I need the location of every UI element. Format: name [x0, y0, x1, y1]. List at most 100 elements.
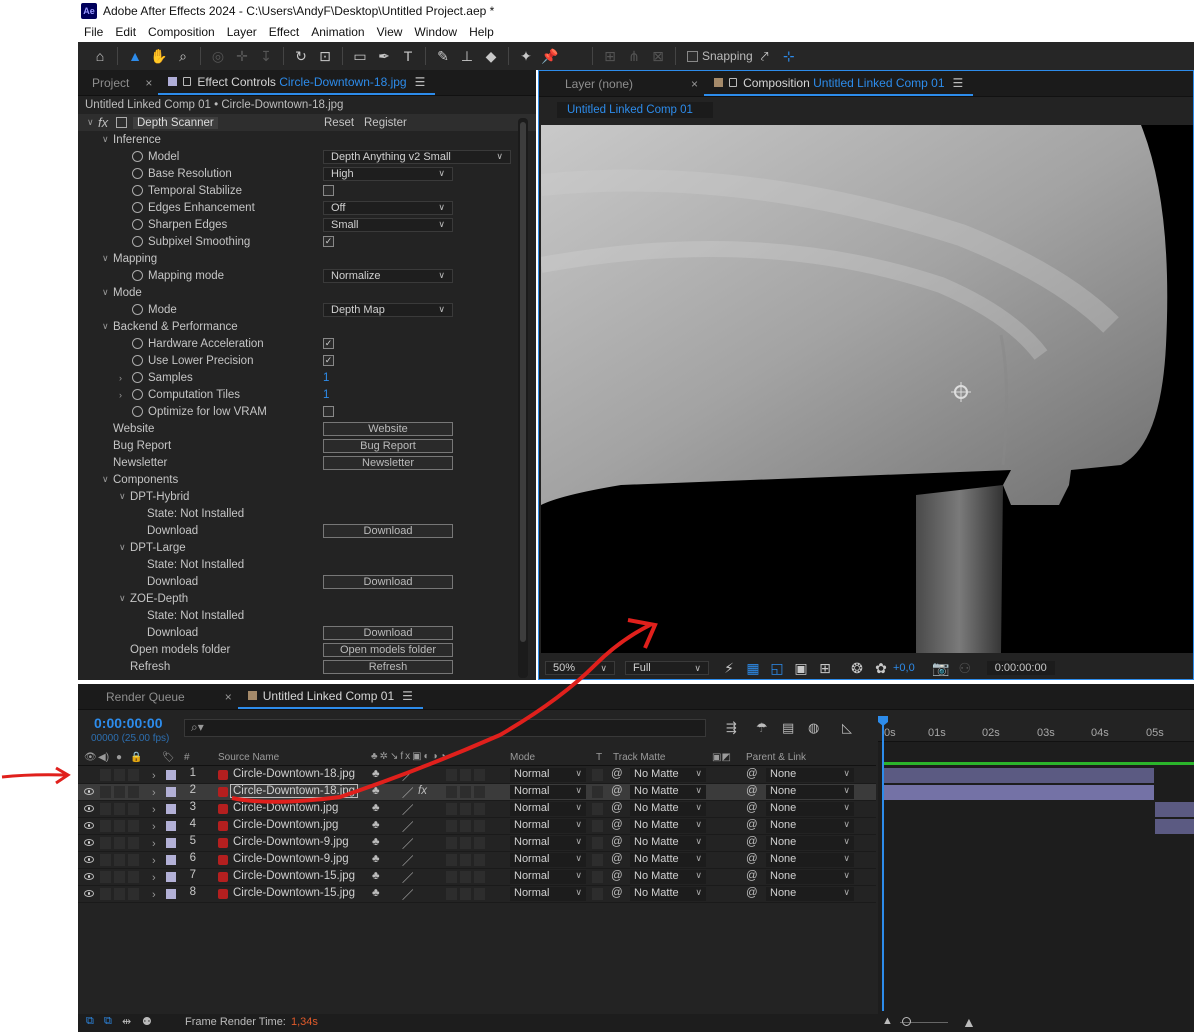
stopwatch-icon[interactable] — [132, 151, 143, 162]
lock-cell[interactable] — [128, 803, 139, 815]
timeline-timecode[interactable]: 0:00:00:00 — [94, 715, 163, 731]
label-column-icon[interactable]: 🏷 — [162, 752, 175, 763]
axis-view-icon[interactable]: ⊠ — [648, 46, 668, 66]
audio-toggle-cell[interactable] — [100, 871, 111, 883]
layer-duration-bar[interactable] — [1155, 819, 1194, 834]
stopwatch-icon[interactable] — [132, 219, 143, 230]
model-dropdown[interactable]: Depth Anything v2 Small ∨ — [323, 149, 511, 164]
group-backend-performance[interactable]: Backend & Performance — [113, 321, 238, 333]
menu-effect[interactable]: Effect — [263, 25, 305, 39]
visibility-eye-icon[interactable] — [84, 856, 94, 863]
track-matte-dropdown[interactable]: No Matte ∨ — [630, 870, 706, 884]
audio-toggle-cell[interactable] — [100, 837, 111, 849]
preserve-transparency-cell[interactable] — [592, 871, 603, 883]
parent-dropdown[interactable]: None ∨ — [766, 836, 854, 850]
table-row[interactable]: › 7 Circle-Downtown-15.jpg ♣ ／ Normal ∨ @… — [78, 869, 876, 886]
optimize-low-vram-checkbox[interactable] — [323, 406, 334, 417]
subpixel-smoothing-checkbox[interactable]: ✓ — [323, 236, 334, 247]
region-of-interest-icon[interactable]: ▣ — [791, 658, 811, 678]
stopwatch-icon[interactable] — [132, 185, 143, 196]
switch-cell[interactable] — [460, 871, 471, 883]
frame-blending-icon[interactable]: ▤ — [782, 720, 794, 736]
blend-mode-dropdown[interactable]: Normal ∨ — [510, 819, 586, 833]
col-number[interactable]: # — [184, 752, 190, 763]
menu-animation[interactable]: Animation — [305, 25, 370, 39]
label-color-icon[interactable] — [166, 804, 176, 814]
orbit-camera-icon[interactable]: ◎ — [208, 46, 228, 66]
table-row[interactable]: › 2 Circle-Downtown-18.jpg ♣ ／ fx Normal… — [78, 784, 876, 801]
parent-pickwhip-icon[interactable]: @ — [746, 870, 758, 882]
stopwatch-icon[interactable] — [132, 270, 143, 281]
blend-mode-dropdown[interactable]: Normal ∨ — [510, 870, 586, 884]
col-mode[interactable]: Mode — [510, 752, 535, 763]
table-row[interactable]: › 4 Circle-Downtown.jpg ♣ ／ Normal ∨ @ No… — [78, 818, 876, 835]
col-parent-link[interactable]: Parent & Link — [746, 752, 806, 763]
layer-name[interactable]: Circle-Downtown-9.jpg — [233, 853, 349, 865]
panel-menu-icon[interactable]: ☰ — [953, 76, 964, 90]
stopwatch-icon[interactable] — [132, 168, 143, 179]
comp-timecode[interactable]: 0:00:00:00 — [986, 661, 1055, 675]
blend-mode-dropdown[interactable]: Normal ∨ — [510, 785, 586, 799]
stopwatch-icon[interactable] — [132, 406, 143, 417]
shy-switch-icon[interactable]: ♣ — [372, 870, 380, 882]
matte-pickwhip-icon[interactable]: @ — [611, 819, 623, 831]
parent-pickwhip-icon[interactable]: @ — [746, 887, 758, 899]
preserve-transparency-cell[interactable] — [592, 854, 603, 866]
quality-switch-icon[interactable]: ／ — [402, 853, 414, 869]
group-inference[interactable]: Inference — [113, 134, 161, 146]
in-out-toggle-icon[interactable]: ⇹ — [122, 1015, 131, 1028]
expand-chevron-icon[interactable]: › — [152, 872, 156, 884]
reset-exposure-icon[interactable]: ✿ — [871, 658, 891, 678]
solo-cell[interactable] — [114, 786, 125, 798]
puppet-pin-tool-icon[interactable]: 📌 — [540, 46, 560, 66]
close-icon[interactable]: × — [145, 76, 152, 90]
eraser-tool-icon[interactable]: ◆ — [481, 46, 501, 66]
switch-cell[interactable] — [460, 888, 471, 900]
expand-chevron-icon[interactable]: › — [152, 838, 156, 850]
solo-cell[interactable] — [114, 803, 125, 815]
resolution-dropdown[interactable]: Full ∨ — [625, 661, 709, 675]
quality-switch-icon[interactable]: ／ — [402, 870, 414, 886]
label-color-icon[interactable] — [166, 872, 176, 882]
visibility-eye-icon[interactable] — [84, 788, 94, 795]
table-row[interactable]: › 8 Circle-Downtown-15.jpg ♣ ／ Normal ∨ @… — [78, 886, 876, 903]
switch-cell[interactable] — [446, 820, 457, 832]
label-color-icon[interactable] — [166, 787, 176, 797]
transparency-grid-icon[interactable]: ▦ — [743, 658, 763, 678]
register-link[interactable]: Register — [364, 117, 407, 129]
blend-mode-dropdown[interactable]: Normal ∨ — [510, 768, 586, 782]
menu-edit[interactable]: Edit — [109, 25, 142, 39]
visibility-eye-icon[interactable] — [84, 822, 94, 829]
visibility-eye-icon[interactable] — [84, 873, 94, 880]
comp-breadcrumb[interactable]: Untitled Linked Comp 01 — [557, 102, 713, 118]
switch-cell[interactable] — [474, 769, 485, 781]
sharpen-edges-dropdown[interactable]: Small ∨ — [323, 217, 453, 232]
group-mode[interactable]: Mode — [113, 287, 142, 299]
switch-cell[interactable] — [446, 786, 457, 798]
preserve-transparency-cell[interactable] — [592, 888, 603, 900]
layer-switches-toggle-icon[interactable]: ⧉ — [86, 1015, 94, 1028]
stopwatch-icon[interactable] — [132, 389, 143, 400]
parent-dropdown[interactable]: None ∨ — [766, 870, 854, 884]
switch-cell[interactable] — [474, 888, 485, 900]
lock-cell[interactable] — [128, 786, 139, 798]
snapping-checkbox[interactable] — [687, 50, 698, 62]
fx-icon[interactable]: fx — [98, 115, 108, 130]
track-matte-dropdown[interactable]: No Matte ∨ — [630, 836, 706, 850]
parent-pickwhip-icon[interactable]: @ — [746, 836, 758, 848]
col-track-matte[interactable]: Track Matte — [613, 752, 665, 763]
shy-layers-icon[interactable]: ☂ — [756, 720, 768, 736]
dolly-camera-icon[interactable]: ↧ — [256, 46, 276, 66]
snapshot-icon[interactable]: 📷 — [931, 658, 951, 678]
tab-project[interactable]: Project — [78, 70, 139, 95]
switch-cell[interactable] — [460, 769, 471, 781]
preserve-transparency-cell[interactable] — [592, 786, 603, 798]
track-matte-dropdown[interactable]: No Matte ∨ — [630, 887, 706, 901]
tab-effect-controls[interactable]: Effect Controls Circle-Downtown-18.jpg ☰ — [158, 70, 436, 95]
fast-previews-icon[interactable]: ⚡ — [719, 658, 739, 678]
matte-pickwhip-icon[interactable]: @ — [611, 836, 623, 848]
home-icon[interactable]: ⌂ — [90, 46, 110, 66]
lock-icon[interactable] — [183, 77, 192, 86]
channel-icon[interactable]: ❂ — [847, 658, 867, 678]
reset-link[interactable]: Reset — [324, 117, 354, 129]
